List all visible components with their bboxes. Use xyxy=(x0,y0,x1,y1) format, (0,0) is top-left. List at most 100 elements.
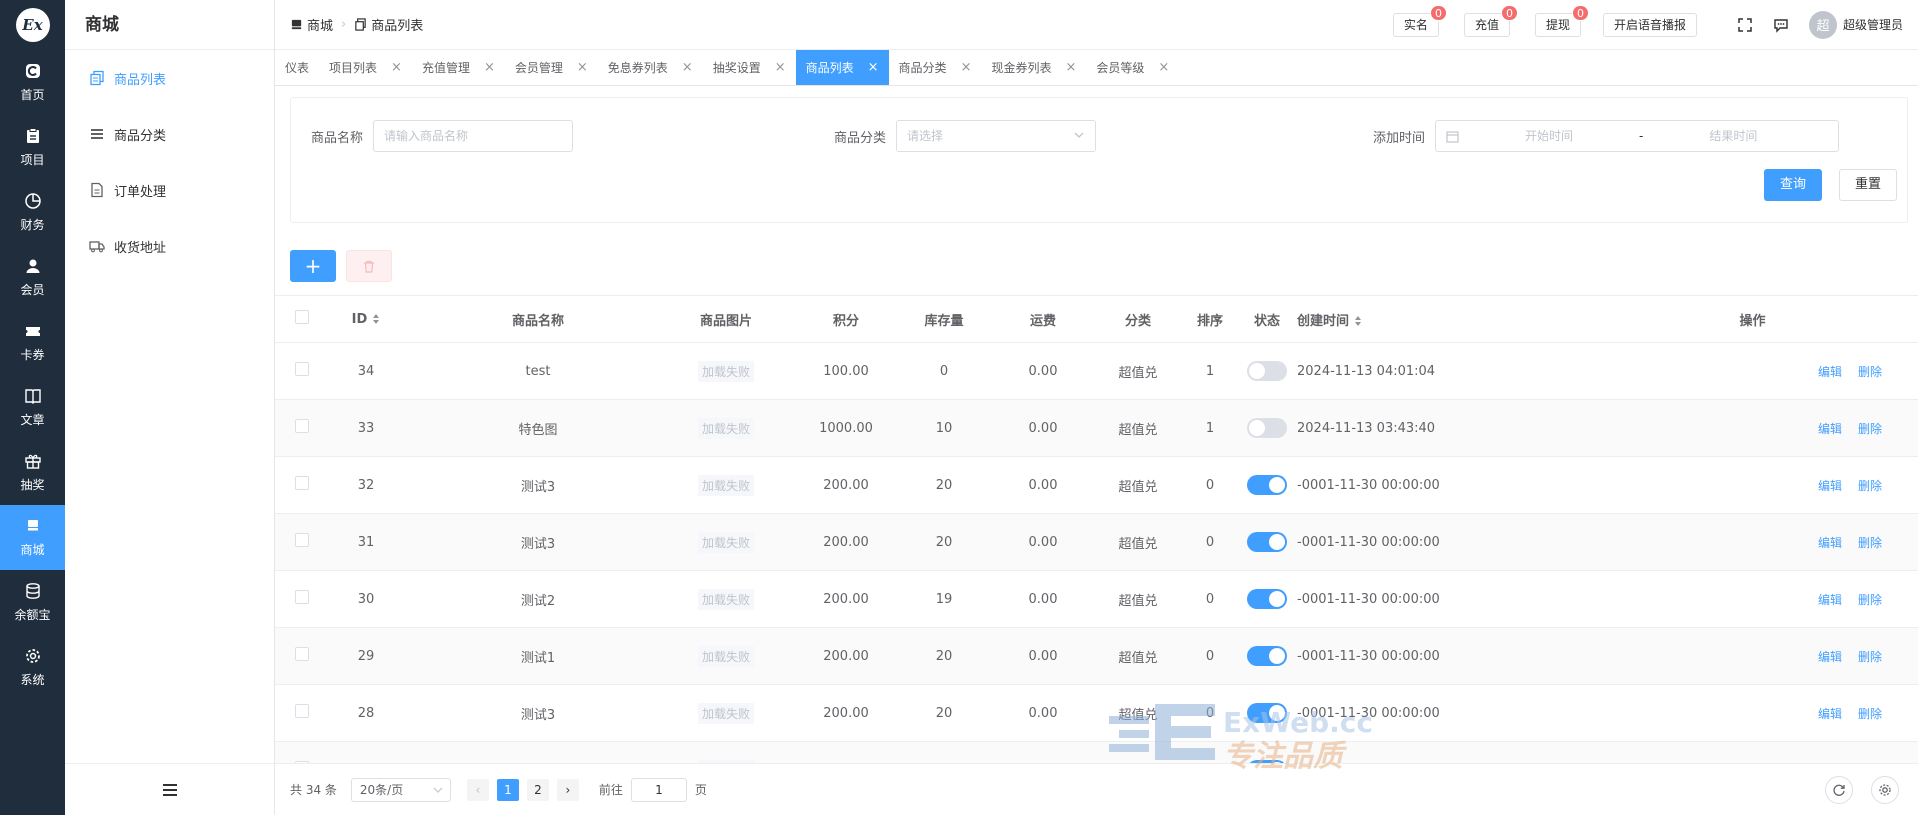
status-toggle[interactable] xyxy=(1247,418,1287,438)
status-toggle[interactable] xyxy=(1247,703,1287,723)
submenu-item-2[interactable]: 订单处理 xyxy=(65,162,274,218)
voice-broadcast-button[interactable]: 开启语音播报 xyxy=(1602,12,1697,37)
status-toggle[interactable] xyxy=(1247,589,1287,609)
row-checkbox[interactable] xyxy=(295,647,309,661)
goto-page-input[interactable]: 1 xyxy=(630,777,687,802)
cell-points: 200.00 xyxy=(797,649,895,664)
table-toolbar: + xyxy=(290,250,402,282)
delete-link[interactable]: 删除 xyxy=(1858,536,1882,550)
rail-item-6[interactable]: 抽奖 xyxy=(0,440,65,505)
close-icon[interactable]: × xyxy=(484,60,495,75)
rail-item-0[interactable]: 首页 xyxy=(0,50,65,115)
column-header-9[interactable]: 创建时间 xyxy=(1297,310,1587,329)
next-page-button[interactable]: › xyxy=(556,778,579,801)
status-toggle[interactable] xyxy=(1247,361,1287,381)
start-date-input[interactable]: 开始时间 xyxy=(1459,121,1639,151)
edit-link[interactable]: 编辑 xyxy=(1818,365,1842,379)
row-checkbox[interactable] xyxy=(295,476,309,490)
collapse-menu-button[interactable] xyxy=(65,763,274,815)
date-range-picker[interactable]: 开始时间 - 结果时间 xyxy=(1435,120,1840,152)
cell-img: 加载失败 xyxy=(655,474,797,496)
close-icon[interactable]: × xyxy=(775,60,786,75)
name-input[interactable]: 请输入商品名称 xyxy=(373,120,574,152)
edit-link[interactable]: 编辑 xyxy=(1818,422,1842,436)
cell-id: 32 xyxy=(311,478,421,493)
close-icon[interactable]: × xyxy=(1158,60,1169,75)
close-icon[interactable]: × xyxy=(1065,60,1076,75)
tab-9[interactable]: 会员等级 × xyxy=(1086,50,1179,85)
status-toggle[interactable] xyxy=(1247,475,1287,495)
row-checkbox[interactable] xyxy=(295,590,309,604)
rail-item-3[interactable]: 会员 xyxy=(0,245,65,310)
tab-0[interactable]: 仪表 xyxy=(275,50,319,85)
rail-item-9[interactable]: 系统 xyxy=(0,635,65,700)
rail-item-1[interactable]: 项目 xyxy=(0,115,65,180)
breadcrumb-root[interactable]: 商城 xyxy=(307,15,333,34)
row-checkbox[interactable] xyxy=(295,704,309,718)
row-checkbox[interactable] xyxy=(295,362,309,376)
table-settings-button[interactable] xyxy=(1871,776,1899,804)
rail-item-8[interactable]: 余额宝 xyxy=(0,570,65,635)
submenu-item-3[interactable]: 收货地址 xyxy=(65,218,274,274)
prev-page-button[interactable]: ‹ xyxy=(466,778,489,801)
status-toggle[interactable] xyxy=(1247,532,1287,552)
submenu-item-0[interactable]: 商品列表 xyxy=(65,50,274,106)
status-toggle[interactable] xyxy=(1247,646,1287,666)
tab-2[interactable]: 充值管理 × xyxy=(412,50,505,85)
column-header-0[interactable]: ID xyxy=(311,312,421,327)
fullscreen-icon[interactable] xyxy=(1737,17,1753,33)
close-icon[interactable]: × xyxy=(961,60,972,75)
top-button-0[interactable]: 实名 0 xyxy=(1392,4,1447,37)
tab-5[interactable]: 抽奖设置 × xyxy=(703,50,796,85)
table-row: 30 测试2 加载失败 200.00 19 0.00 超值兑 0 -0001-11-30 00:… xyxy=(275,571,1918,628)
select-all-checkbox[interactable] xyxy=(295,310,309,324)
page-button[interactable]: 1 xyxy=(496,778,519,801)
delete-link[interactable]: 删除 xyxy=(1858,365,1882,379)
tab-8[interactable]: 现金券列表 × xyxy=(981,50,1086,85)
end-date-input[interactable]: 结果时间 xyxy=(1643,121,1823,151)
user-menu[interactable]: 超 超级管理员 xyxy=(1808,10,1903,39)
close-icon[interactable]: × xyxy=(391,60,402,75)
page-size-select[interactable]: 20条/页 xyxy=(350,777,451,802)
tab-6[interactable]: 商品列表 × xyxy=(795,50,889,85)
edit-link[interactable]: 编辑 xyxy=(1818,536,1842,550)
tab-7[interactable]: 商品分类 × xyxy=(889,50,982,85)
page-button[interactable]: 2 xyxy=(526,778,549,801)
tab-1[interactable]: 项目列表 × xyxy=(319,50,412,85)
copy-icon xyxy=(89,70,105,86)
app-logo[interactable]: Ex xyxy=(0,0,65,50)
delete-link[interactable]: 删除 xyxy=(1858,593,1882,607)
row-checkbox[interactable] xyxy=(295,533,309,547)
edit-link[interactable]: 编辑 xyxy=(1818,593,1842,607)
rail-item-7[interactable]: 商城 xyxy=(0,505,65,570)
rail-item-2[interactable]: 财务 xyxy=(0,180,65,245)
edit-link[interactable]: 编辑 xyxy=(1818,479,1842,493)
rail-item-4[interactable]: 卡券 xyxy=(0,310,65,375)
cell-sort: 0 xyxy=(1183,649,1237,664)
close-icon[interactable]: × xyxy=(868,60,879,75)
tab-3[interactable]: 会员管理 × xyxy=(505,50,598,85)
reset-button[interactable]: 重置 xyxy=(1839,169,1898,201)
delete-link[interactable]: 删除 xyxy=(1858,650,1882,664)
cell-points-value: 200.00 xyxy=(823,534,869,550)
rail-item-5[interactable]: 文章 xyxy=(0,375,65,440)
message-icon[interactable] xyxy=(1773,17,1789,33)
submenu-item-1[interactable]: 商品分类 xyxy=(65,106,274,162)
top-button-1[interactable]: 充值 0 xyxy=(1463,4,1518,37)
edit-link[interactable]: 编辑 xyxy=(1818,707,1842,721)
delete-link[interactable]: 删除 xyxy=(1858,422,1882,436)
row-checkbox[interactable] xyxy=(295,419,309,433)
close-icon[interactable]: × xyxy=(682,60,693,75)
batch-delete-button[interactable] xyxy=(346,250,392,282)
edit-link[interactable]: 编辑 xyxy=(1818,650,1842,664)
add-button[interactable]: + xyxy=(290,250,336,282)
top-button-2[interactable]: 提现 0 xyxy=(1534,4,1589,37)
tab-4[interactable]: 免息券列表 × xyxy=(598,50,703,85)
delete-link[interactable]: 删除 xyxy=(1858,479,1882,493)
refresh-button[interactable] xyxy=(1825,776,1853,804)
category-select[interactable]: 请选择 xyxy=(896,120,1097,152)
cell-name-value: 测试2 xyxy=(520,593,556,609)
query-button[interactable]: 查询 xyxy=(1764,169,1823,201)
close-icon[interactable]: × xyxy=(577,60,588,75)
delete-link[interactable]: 删除 xyxy=(1858,707,1882,721)
